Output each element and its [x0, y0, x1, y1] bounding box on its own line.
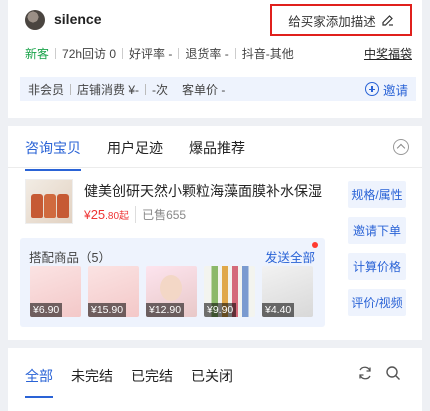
matching-products-panel: 搭配商品（5） 发送全部 ¥6.90 ¥15.90 ¥12.90 ¥9.90 ¥… [20, 238, 325, 327]
customer-stats: 新客 72h回访 0 好评率 - 退货率 - 抖音-其他 中奖福袋 [25, 45, 412, 62]
edit-icon [382, 15, 393, 26]
collapse-chevron-up-icon[interactable] [393, 139, 409, 155]
send-all-button[interactable]: 发送全部 [265, 247, 315, 266]
product-price: ¥25.80起 [84, 207, 130, 222]
avatar[interactable] [25, 10, 45, 30]
customer-tags-bar: 非会员 店铺消费 ¥- -次 客单价 - 邀请 [20, 77, 416, 101]
tab-closed[interactable]: 已关闭 [191, 366, 233, 386]
product-title[interactable]: 健美创研天然小颗粒海藻面膜补水保湿 [84, 181, 324, 201]
shop-spend: 店铺消费 ¥- [77, 82, 140, 97]
avg-order-value: 客单价 - [182, 82, 226, 97]
matching-product-thumb[interactable]: ¥4.40 [262, 266, 313, 317]
tab-finished[interactable]: 已完结 [131, 366, 173, 386]
add-buyer-note-button[interactable]: 给买家添加描述 [270, 4, 412, 36]
spec-attr-button[interactable]: 规格/属性 [348, 181, 406, 208]
calc-price-button[interactable]: 计算价格 [348, 253, 406, 280]
matching-products-title: 搭配商品（5） [29, 251, 111, 265]
tab-consult-item[interactable]: 咨询宝贝 [25, 138, 81, 171]
order-filter-card: 全部 未完结 已完结 已关闭 [8, 348, 422, 411]
matching-product-thumb[interactable]: ¥12.90 [146, 266, 197, 317]
sold-count: 已售655 [135, 206, 186, 223]
matching-product-thumb[interactable]: ¥6.90 [30, 266, 81, 317]
plus-circle-icon [364, 82, 379, 96]
order-count: -次 [152, 82, 169, 97]
source-channel: 抖音-其他 [241, 47, 294, 61]
notification-dot [312, 242, 318, 248]
add-note-label: 给买家添加描述 [288, 14, 376, 29]
tab-user-footprint[interactable]: 用户足迹 [107, 138, 163, 158]
invite-label: 邀请 [382, 83, 408, 98]
member-status: 非会员 [28, 82, 65, 97]
order-status-tabs: 全部 未完结 已完结 已关闭 [25, 366, 233, 398]
tab-unfinished[interactable]: 未完结 [71, 366, 113, 386]
customer-header-card: silence 给买家添加描述 新客 72h回访 0 好评率 - 退货率 - 抖… [8, 0, 422, 118]
divider [8, 167, 422, 168]
tab-hot-recommend[interactable]: 爆品推荐 [189, 138, 245, 158]
return-rate: 退货率 - [185, 47, 229, 61]
revisit-72h: 72h回访 0 [62, 47, 117, 61]
invite-order-button[interactable]: 邀请下单 [348, 217, 406, 244]
matching-product-thumb[interactable]: ¥15.90 [88, 266, 139, 317]
username: silence [54, 11, 102, 27]
product-image[interactable] [25, 179, 73, 224]
matching-product-thumb[interactable]: ¥9.90 [204, 266, 255, 317]
review-video-button[interactable]: 评价/视频 [348, 289, 406, 316]
prize-bag-link[interactable]: 中奖福袋 [364, 45, 412, 62]
consult-tabs: 咨询宝贝 用户足迹 爆品推荐 [25, 138, 245, 171]
invite-button[interactable]: 邀请 [364, 80, 408, 99]
product-price-row: ¥25.80起 已售655 [84, 206, 186, 223]
product-action-buttons: 规格/属性 邀请下单 计算价格 评价/视频 [348, 181, 406, 316]
refresh-icon[interactable] [357, 365, 373, 381]
consult-product-card: 咨询宝贝 用户足迹 爆品推荐 健美创研天然小颗粒海藻面膜补水保湿 ¥25.80起… [8, 126, 422, 340]
positive-rate: 好评率 - [129, 47, 173, 61]
new-customer-badge: 新客 [25, 47, 50, 61]
search-icon[interactable] [385, 365, 401, 381]
tab-all[interactable]: 全部 [25, 366, 53, 398]
